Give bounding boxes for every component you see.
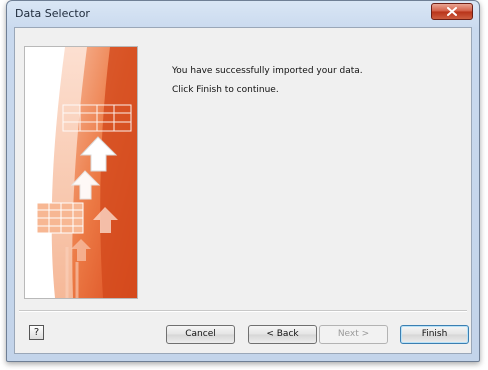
instruction-message: Click Finish to continue.	[172, 85, 279, 95]
finish-button[interactable]: Finish	[400, 325, 469, 344]
help-button[interactable]: ?	[29, 325, 44, 340]
import-data-illustration	[25, 47, 137, 298]
dialog-body: You have successfully imported your data…	[14, 27, 472, 354]
wizard-illustration	[24, 46, 138, 299]
close-button[interactable]	[431, 3, 473, 20]
data-selector-dialog: Data Selector You have successfully impo…	[6, 0, 480, 362]
title-bar[interactable]: Data Selector	[7, 1, 479, 27]
next-button[interactable]: Next >	[319, 325, 388, 344]
close-icon	[447, 7, 457, 16]
window-title: Data Selector	[15, 7, 90, 20]
grid-bottom-icon	[36, 202, 84, 234]
back-button[interactable]: < Back	[248, 325, 317, 344]
cancel-button[interactable]: Cancel	[166, 325, 235, 344]
success-message: You have successfully imported your data…	[172, 66, 363, 76]
footer-separator	[19, 310, 467, 312]
